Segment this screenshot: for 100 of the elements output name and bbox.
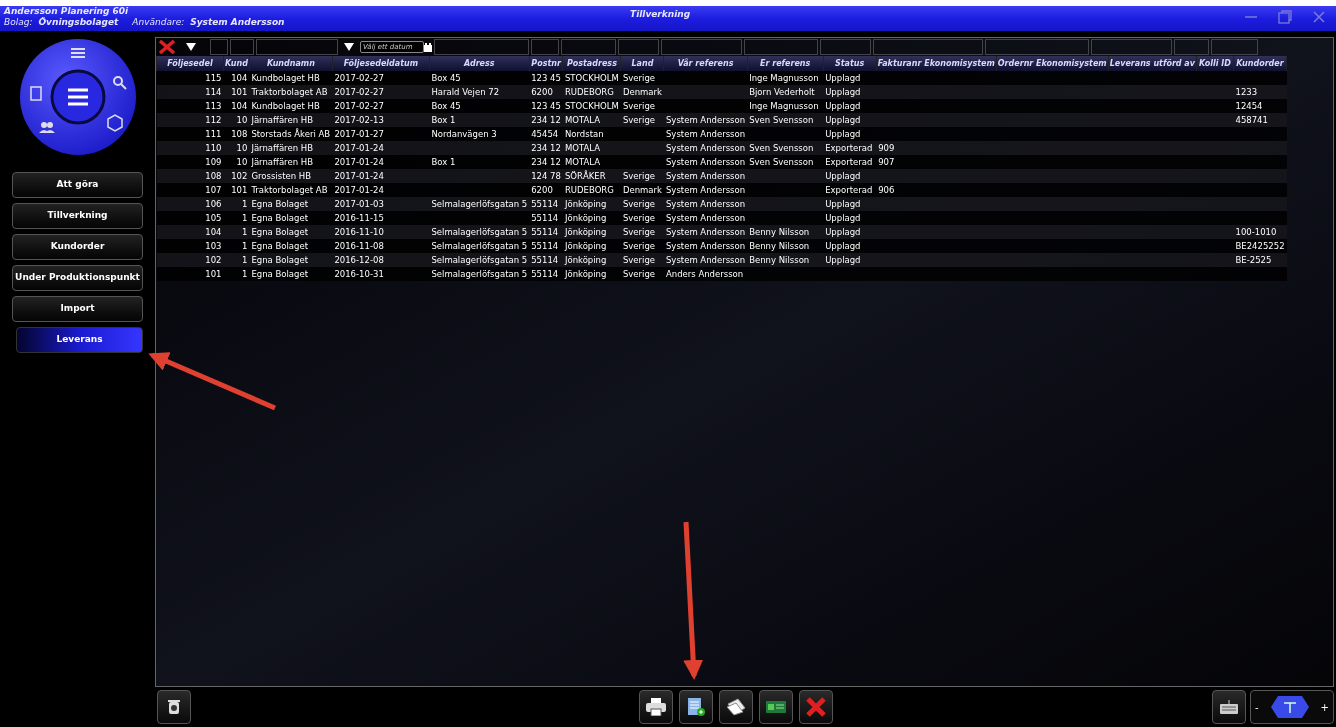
table-cell: 111 bbox=[205, 128, 222, 139]
table-cell: System Andersson bbox=[665, 254, 746, 265]
table-cell: Sven Svensson bbox=[749, 114, 814, 125]
filter-field[interactable] bbox=[210, 39, 228, 55]
table-cell: 6200 bbox=[531, 184, 553, 195]
close-icon[interactable] bbox=[1312, 10, 1326, 24]
table-cell: 114 bbox=[205, 86, 222, 97]
sidebar-item[interactable]: Att göra bbox=[12, 172, 143, 198]
filter-field[interactable] bbox=[618, 39, 659, 55]
table-cell: 105 bbox=[205, 212, 222, 223]
print-button[interactable] bbox=[639, 690, 673, 724]
table-cell: Jönköping bbox=[564, 240, 607, 251]
table-cell: Upplagd bbox=[825, 198, 861, 209]
delete-button[interactable] bbox=[799, 690, 833, 724]
table-cell: Box 45 bbox=[431, 100, 461, 111]
table-cell: Box 45 bbox=[431, 72, 461, 83]
sidebar-item[interactable]: Under Produktionspunkt bbox=[12, 265, 143, 291]
table-cell: Nordstan bbox=[564, 128, 604, 139]
table-cell: 106 bbox=[205, 198, 222, 209]
table-cell: Exporterad bbox=[825, 156, 873, 167]
table-cell: 2017-02-27 bbox=[334, 72, 384, 83]
table-cell: 2017-01-24 bbox=[334, 156, 384, 167]
filter-field[interactable] bbox=[434, 39, 529, 55]
table-cell: 234 12 bbox=[531, 114, 561, 125]
table-cell: 10 bbox=[236, 142, 248, 153]
zoom-handle-icon[interactable] bbox=[1269, 695, 1310, 719]
table-cell: Sverige bbox=[622, 226, 656, 237]
filter-field[interactable] bbox=[230, 39, 254, 55]
table-cell: Egna Bolaget bbox=[251, 240, 308, 251]
table-cell: SÖRÅKER bbox=[564, 170, 606, 181]
table-cell: RUDEBORG bbox=[564, 184, 614, 195]
filter-field[interactable] bbox=[985, 39, 1089, 55]
user-name: System Andersson bbox=[190, 17, 285, 28]
table-cell: Benny Nilsson bbox=[749, 254, 810, 265]
table-cell: 2016-12-08 bbox=[334, 254, 384, 265]
keyboard-button[interactable] bbox=[1212, 690, 1246, 724]
calendar-icon[interactable] bbox=[424, 42, 432, 52]
table-cell: 1 bbox=[241, 226, 248, 237]
table-cell: 108 bbox=[231, 128, 248, 139]
table-cell: System Andersson bbox=[665, 114, 746, 125]
table-cell: 102 bbox=[231, 170, 248, 181]
zoom-control[interactable]: - + bbox=[1250, 690, 1334, 724]
documents-button[interactable] bbox=[719, 690, 753, 724]
table-cell: Harald Vejen 72 bbox=[431, 86, 500, 97]
new-document-button[interactable] bbox=[679, 690, 713, 724]
table-cell: 101 bbox=[205, 268, 222, 279]
table-cell: Sverige bbox=[622, 72, 656, 83]
table-cell: 1 bbox=[241, 198, 248, 209]
filter-field[interactable] bbox=[561, 39, 616, 55]
table-cell: 103 bbox=[205, 240, 222, 251]
sidebar-item[interactable]: Import bbox=[12, 296, 143, 322]
recycle-button[interactable] bbox=[157, 690, 191, 724]
company-label: Bolag: bbox=[4, 17, 33, 28]
table-cell: System Andersson bbox=[665, 212, 746, 223]
table-cell: Sverige bbox=[622, 198, 656, 209]
window-title: Tillverkning bbox=[630, 8, 691, 21]
table-cell: 1 bbox=[241, 254, 248, 265]
table-cell: 113 bbox=[205, 100, 222, 111]
radial-menu-drawing[interactable] bbox=[17, 37, 138, 157]
table-cell: Sverige bbox=[622, 100, 656, 111]
filter-field[interactable] bbox=[873, 39, 983, 55]
table-cell: BE2425252 bbox=[1235, 240, 1285, 251]
filter-field[interactable] bbox=[1091, 39, 1172, 55]
filter-field[interactable] bbox=[820, 39, 871, 55]
zoom-in-label[interactable]: + bbox=[1320, 699, 1329, 715]
filter-field[interactable] bbox=[256, 39, 338, 55]
table-cell: Upplagd bbox=[825, 240, 861, 251]
maximize-icon[interactable] bbox=[1278, 10, 1292, 24]
keyboard-icon bbox=[1220, 700, 1238, 714]
filter-field[interactable] bbox=[531, 39, 559, 55]
sidebar-item[interactable]: Leverans bbox=[16, 327, 143, 353]
clear-filter-icon[interactable] bbox=[158, 40, 176, 54]
table-cell: Sverige bbox=[622, 254, 656, 265]
zoom-out-label[interactable]: - bbox=[1255, 699, 1259, 715]
dropdown-caret-icon[interactable] bbox=[344, 43, 354, 51]
table-cell: 109 bbox=[205, 156, 222, 167]
sidebar-item[interactable]: Tillverkning bbox=[12, 203, 143, 229]
table-cell: 115 bbox=[205, 72, 222, 83]
table-cell: 2017-02-13 bbox=[334, 114, 384, 125]
table-cell: 123 45 bbox=[531, 100, 561, 111]
filter-field[interactable] bbox=[1174, 39, 1209, 55]
table-cell: Sverige bbox=[622, 268, 656, 279]
table-cell: 110 bbox=[205, 142, 222, 153]
printer-icon bbox=[646, 698, 666, 716]
table-cell: Upplagd bbox=[825, 170, 861, 181]
table-cell: 458741 bbox=[1235, 114, 1268, 125]
table-cell: Sverige bbox=[622, 170, 656, 181]
table-cell: Sverige bbox=[622, 240, 656, 251]
table-cell: 55114 bbox=[531, 254, 559, 265]
table-cell: Storstads Åkeri AB bbox=[251, 128, 331, 139]
table-cell: System Andersson bbox=[665, 184, 746, 195]
sidebar-item[interactable]: Kundorder bbox=[12, 234, 143, 260]
filter-field[interactable] bbox=[1211, 39, 1258, 55]
table-cell: Jönköping bbox=[564, 198, 607, 209]
filter-field[interactable] bbox=[744, 39, 818, 55]
table-cell: MOTALA bbox=[564, 114, 601, 125]
card-button[interactable] bbox=[759, 690, 793, 724]
filter-field[interactable] bbox=[661, 39, 742, 55]
dropdown-caret-icon[interactable] bbox=[186, 43, 196, 51]
table-cell: Inge Magnusson bbox=[749, 100, 819, 111]
